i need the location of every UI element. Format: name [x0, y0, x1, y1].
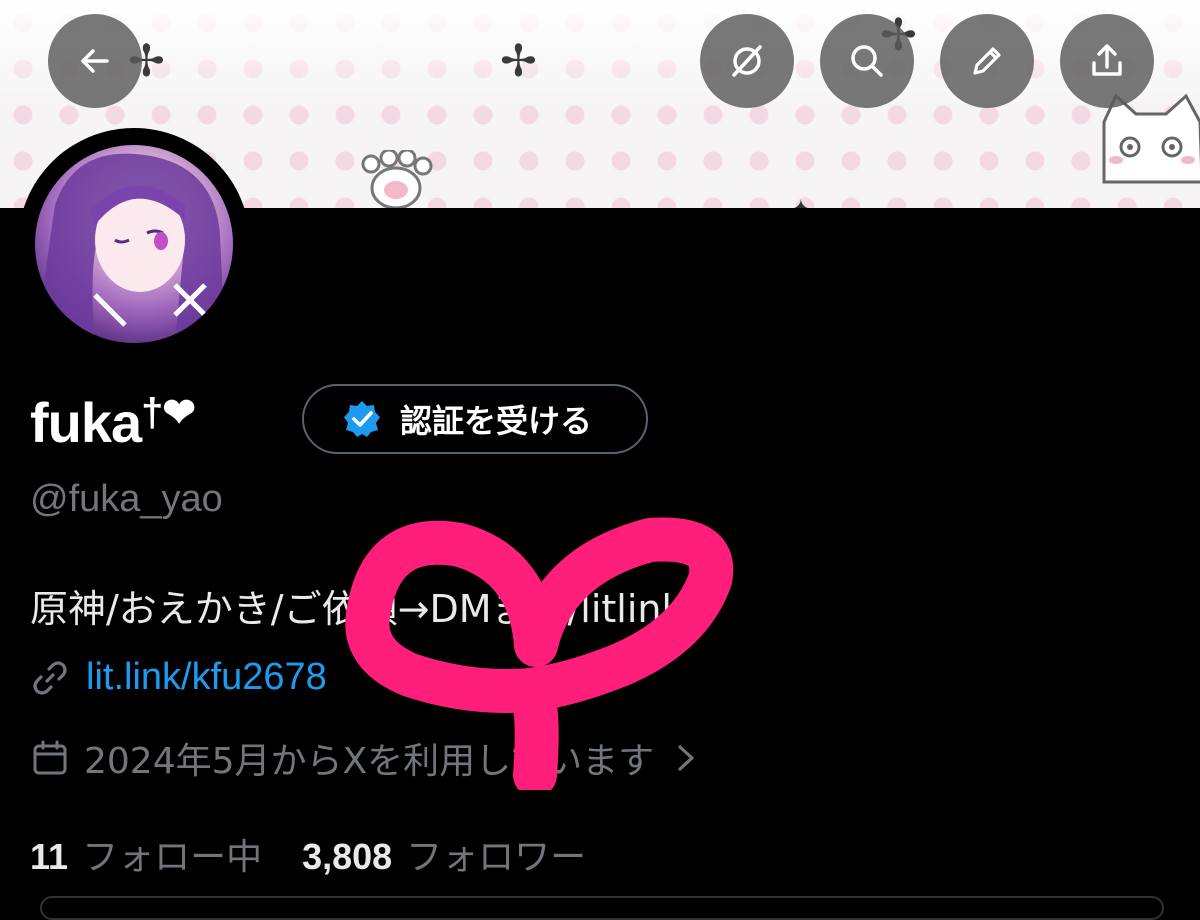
- edit-icon: [973, 47, 1001, 75]
- verified-badge-icon: [344, 401, 380, 437]
- bio-text: 原神/おえかき/ご依頼→DMまで/litlink↓: [30, 587, 716, 631]
- share-icon: [1092, 44, 1122, 76]
- display-name-row: fuka †❤: [30, 384, 196, 460]
- avatar[interactable]: [18, 128, 250, 360]
- display-name: fuka: [30, 390, 142, 454]
- get-verified-button[interactable]: 認証を受ける: [302, 384, 648, 454]
- grok-button[interactable]: [700, 14, 794, 108]
- display-name-suffix: †❤: [141, 391, 196, 435]
- back-button[interactable]: [48, 14, 142, 108]
- chevron-right-icon: [678, 745, 694, 771]
- search-icon: [851, 45, 883, 77]
- link-icon: [33, 660, 67, 695]
- joined-date-row[interactable]: 2024年5月からXを利用しています: [30, 732, 698, 784]
- avatar-image: [35, 145, 233, 343]
- back-arrow-icon: [81, 49, 109, 73]
- website-link[interactable]: lit.link/kfu2678: [86, 656, 327, 699]
- followers-label: フォロワー: [406, 837, 587, 878]
- paw-decoration: [361, 150, 433, 208]
- joined-date-text: 2024年5月からXを利用しています: [84, 741, 655, 782]
- follow-stats: 11 フォロー中 3,808 フォロワー: [30, 828, 586, 880]
- followers-link[interactable]: 3,808 フォロワー: [302, 828, 586, 880]
- edit-button[interactable]: [940, 14, 1034, 108]
- search-button[interactable]: [820, 14, 914, 108]
- get-verified-label: 認証を受ける: [400, 402, 593, 440]
- next-section-edge: [40, 896, 1164, 920]
- calendar-icon: [33, 740, 67, 775]
- website-row: lit.link/kfu2678: [30, 656, 327, 699]
- following-label: フォロー中: [82, 837, 263, 878]
- user-handle: @fuka_yao: [30, 478, 223, 520]
- followers-count: 3,808: [302, 836, 393, 877]
- share-button[interactable]: [1060, 14, 1154, 108]
- grok-icon: [732, 45, 762, 77]
- cross-decoration: ✢: [500, 36, 537, 87]
- star-decoration: ✦: [790, 195, 812, 208]
- following-link[interactable]: 11 フォロー中: [30, 828, 262, 880]
- following-count: 11: [30, 836, 69, 877]
